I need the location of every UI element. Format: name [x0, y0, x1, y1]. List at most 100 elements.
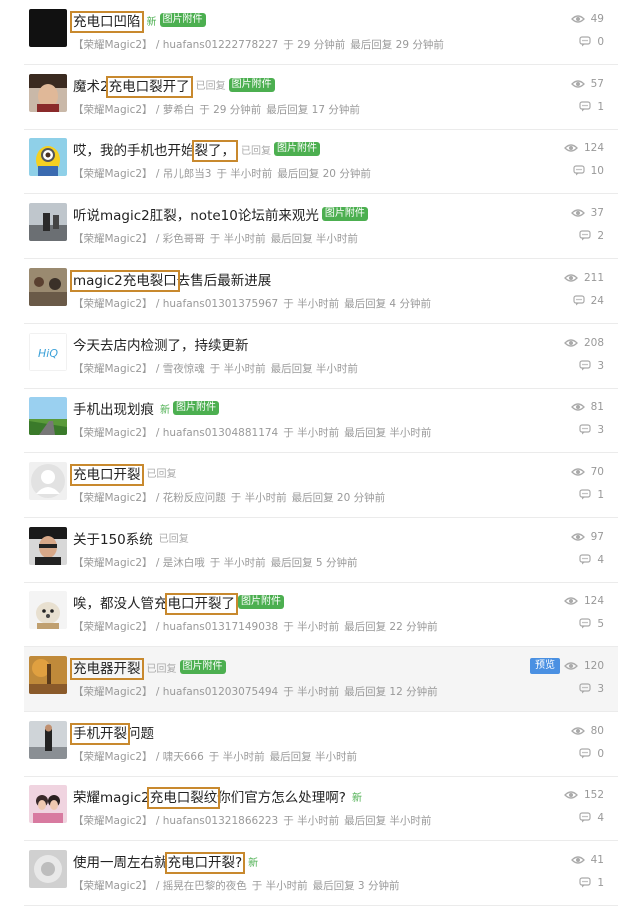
forum-link[interactable]: 【荣耀Magic2】 — [73, 492, 153, 504]
thread-title-line: 充电器开裂 已回复 图片附件 — [70, 654, 226, 680]
forum-link[interactable]: 【荣耀Magic2】 — [73, 815, 153, 827]
avatar[interactable] — [29, 850, 67, 889]
author-link[interactable]: 吊儿郎当3 — [163, 168, 212, 180]
thread-row[interactable]: 魔术2充电口裂开了 已回复 图片附件 【荣耀Magic2】 / 萝希白于 29 分钟前… — [24, 65, 618, 130]
thread-title-line: 今天去店内检测了，持续更新 — [73, 331, 249, 357]
author-link[interactable]: huafans01222778227 — [163, 39, 279, 51]
forum-link[interactable]: 【荣耀Magic2】 — [73, 751, 153, 763]
reply-count: 3 — [534, 421, 604, 439]
thread-title[interactable]: 手机开裂问题 — [70, 722, 154, 745]
author-link[interactable]: huafans01304881174 — [163, 427, 279, 439]
forum-link[interactable]: 【荣耀Magic2】 — [73, 298, 153, 310]
thread-title[interactable]: 充电器开裂 — [70, 657, 144, 680]
author-link[interactable]: 彩色哥哥 — [163, 233, 205, 245]
avatar[interactable]: HiQ — [29, 332, 67, 371]
avatar[interactable] — [29, 9, 67, 47]
thread-title-line: 手机出现划痕新图片附件 — [73, 395, 219, 421]
separator: / — [152, 880, 163, 893]
thread-row[interactable]: 手机出现划痕新图片附件 【荣耀Magic2】 / huafans013048811… — [24, 388, 618, 454]
separator: / — [152, 815, 163, 828]
eye-icon — [570, 725, 591, 737]
thread-title[interactable]: 魔术2充电口裂开了 — [73, 75, 193, 98]
thread-title[interactable]: 充电口凹陷 — [70, 10, 144, 33]
author-link[interactable]: huafans01203075494 — [163, 686, 279, 698]
comment-icon — [579, 489, 597, 501]
forum-link[interactable]: 【荣耀Magic2】 — [73, 363, 153, 375]
thread-row[interactable]: 充电口开裂 已回复 【荣耀Magic2】 / 花粉反应问题于 半小时前 最后回复 20… — [24, 453, 618, 518]
author-link[interactable]: 雪夜惊魂 — [163, 363, 205, 375]
avatar[interactable] — [29, 73, 67, 112]
new-badge: 新 — [146, 16, 157, 28]
forum-link[interactable]: 【荣耀Magic2】 — [73, 168, 153, 180]
thread-row[interactable]: 哎，我的手机也开始裂了， 已回复 图片附件 【荣耀Magic2】 / 吊儿郎当3 于 半… — [24, 129, 618, 195]
thread-row[interactable]: 充电口凹陷新图片附件 【荣耀Magic2】 / huafans0122277822… — [24, 0, 618, 65]
author-link[interactable]: 摇晃在巴黎的夜色 — [163, 880, 247, 892]
avatar[interactable] — [29, 526, 67, 565]
thread-title[interactable]: 哎，我的手机也开始裂了， — [73, 139, 238, 163]
thread-title[interactable]: 充电口开裂 — [70, 463, 144, 486]
thread-title[interactable]: 今天去店内检测了，持续更新 — [73, 334, 249, 354]
forum-link[interactable]: 【荣耀Magic2】 — [73, 104, 153, 116]
thread-row[interactable]: 手机开裂问题 【荣耀Magic2】 / 啸天666 于 半小时前 最后回复 半小时前 8… — [24, 712, 618, 777]
post-time: 于 半小时前 — [209, 362, 266, 375]
image-attachment-badge: 图片附件 — [274, 142, 320, 157]
separator: / — [152, 491, 163, 504]
thread-title[interactable]: 关于150系统 — [73, 528, 153, 548]
eye-icon — [564, 337, 584, 349]
author-link[interactable]: 是沐白哦 — [163, 557, 205, 569]
thread-stats: 152 4 — [534, 786, 604, 832]
thread-row[interactable]: 关于150系统 已回复 【荣耀Magic2】 / 是沐白哦于 半小时前 最后回复 5 … — [24, 518, 618, 583]
thread-row[interactable]: 唉，都没人管充电口开裂了 图片附件 【荣耀Magic2】 / huafans0131… — [24, 582, 618, 648]
author-link[interactable]: huafans01317149038 — [163, 621, 279, 633]
thread-row[interactable]: 荣耀magic2充电口裂纹你们官方怎么处理啊? 新【荣耀Magic2】 / hua… — [24, 776, 618, 842]
thread-row[interactable]: 听说magic2肛裂，note10论坛前来观光 图片附件 【荣耀Magic2】 / … — [24, 194, 618, 260]
title-text: 手机出现划痕 — [73, 402, 154, 419]
reply-count-value: 1 — [597, 877, 604, 890]
thread-title[interactable]: 听说magic2肛裂，note10论坛前来观光 — [73, 204, 319, 224]
avatar[interactable] — [29, 397, 67, 436]
author-link[interactable]: huafans01321866223 — [163, 815, 279, 827]
forum-link[interactable]: 【荣耀Magic2】 — [73, 621, 153, 633]
avatar[interactable] — [29, 785, 67, 824]
eye-icon — [570, 207, 591, 219]
thread-title[interactable]: 唉，都没人管充电口开裂了 — [73, 592, 238, 616]
forum-link[interactable]: 【荣耀Magic2】 — [73, 880, 153, 892]
thread-title-line: 魔术2充电口裂开了 已回复 图片附件 — [73, 72, 275, 98]
forum-link[interactable]: 【荣耀Magic2】 — [73, 233, 153, 245]
thread-title[interactable]: 手机出现划痕 — [73, 398, 154, 418]
thread-title[interactable]: 荣耀magic2充电口裂纹你们官方怎么处理啊? — [73, 786, 346, 810]
eye-icon — [564, 272, 584, 284]
avatar[interactable] — [29, 138, 67, 177]
avatar[interactable] — [29, 461, 67, 500]
thread-row[interactable]: 充电器开裂 已回复 图片附件 【荣耀Magic2】 / huafans01203075… — [24, 647, 618, 712]
new-badge: 新 — [248, 857, 259, 869]
eye-icon — [570, 78, 591, 90]
view-count: 124 — [534, 592, 604, 610]
thread-row[interactable]: magic2充电裂口去售后最新进展 【荣耀Magic2】 / huafans013… — [24, 259, 618, 324]
avatar[interactable] — [29, 656, 67, 694]
avatar[interactable] — [29, 203, 67, 242]
view-count: 49 — [534, 10, 604, 28]
thread-title[interactable]: 使用一周左右就充电口开裂? — [73, 851, 246, 875]
thread-title[interactable]: magic2充电裂口去售后最新进展 — [70, 269, 271, 292]
reply-count-value: 3 — [597, 683, 604, 695]
view-count: 97 — [534, 528, 604, 546]
avatar[interactable] — [29, 591, 67, 630]
last-reply-time: 最后回复 半小时前 — [270, 233, 358, 246]
view-count: 120 — [534, 657, 604, 675]
thread-stats: 124 10 — [534, 139, 604, 185]
author-link[interactable]: huafans01301375967 — [163, 298, 279, 310]
avatar[interactable] — [29, 267, 67, 306]
forum-link[interactable]: 【荣耀Magic2】 — [73, 686, 153, 698]
forum-link[interactable]: 【荣耀Magic2】 — [73, 557, 153, 569]
author-link[interactable]: 萝希白 — [163, 104, 195, 116]
svg-text:HiQ: HiQ — [38, 347, 58, 360]
author-link[interactable]: 花粉反应问题 — [163, 492, 226, 504]
thread-row[interactable]: HiQ 今天去店内检测了，持续更新 【荣耀Magic2】 / 雪夜惊魂于 半小时前最… — [24, 324, 618, 389]
author-link[interactable]: 啸天666 — [163, 751, 204, 763]
forum-link[interactable]: 【荣耀Magic2】 — [73, 427, 153, 439]
view-count-value: 124 — [583, 595, 604, 608]
forum-link[interactable]: 【荣耀Magic2】 — [73, 39, 153, 51]
thread-row[interactable]: 使用一周左右就充电口开裂? 新【荣耀Magic2】 / 摇晃在巴黎的夜色于 半小时… — [24, 841, 618, 906]
avatar[interactable] — [29, 720, 67, 759]
